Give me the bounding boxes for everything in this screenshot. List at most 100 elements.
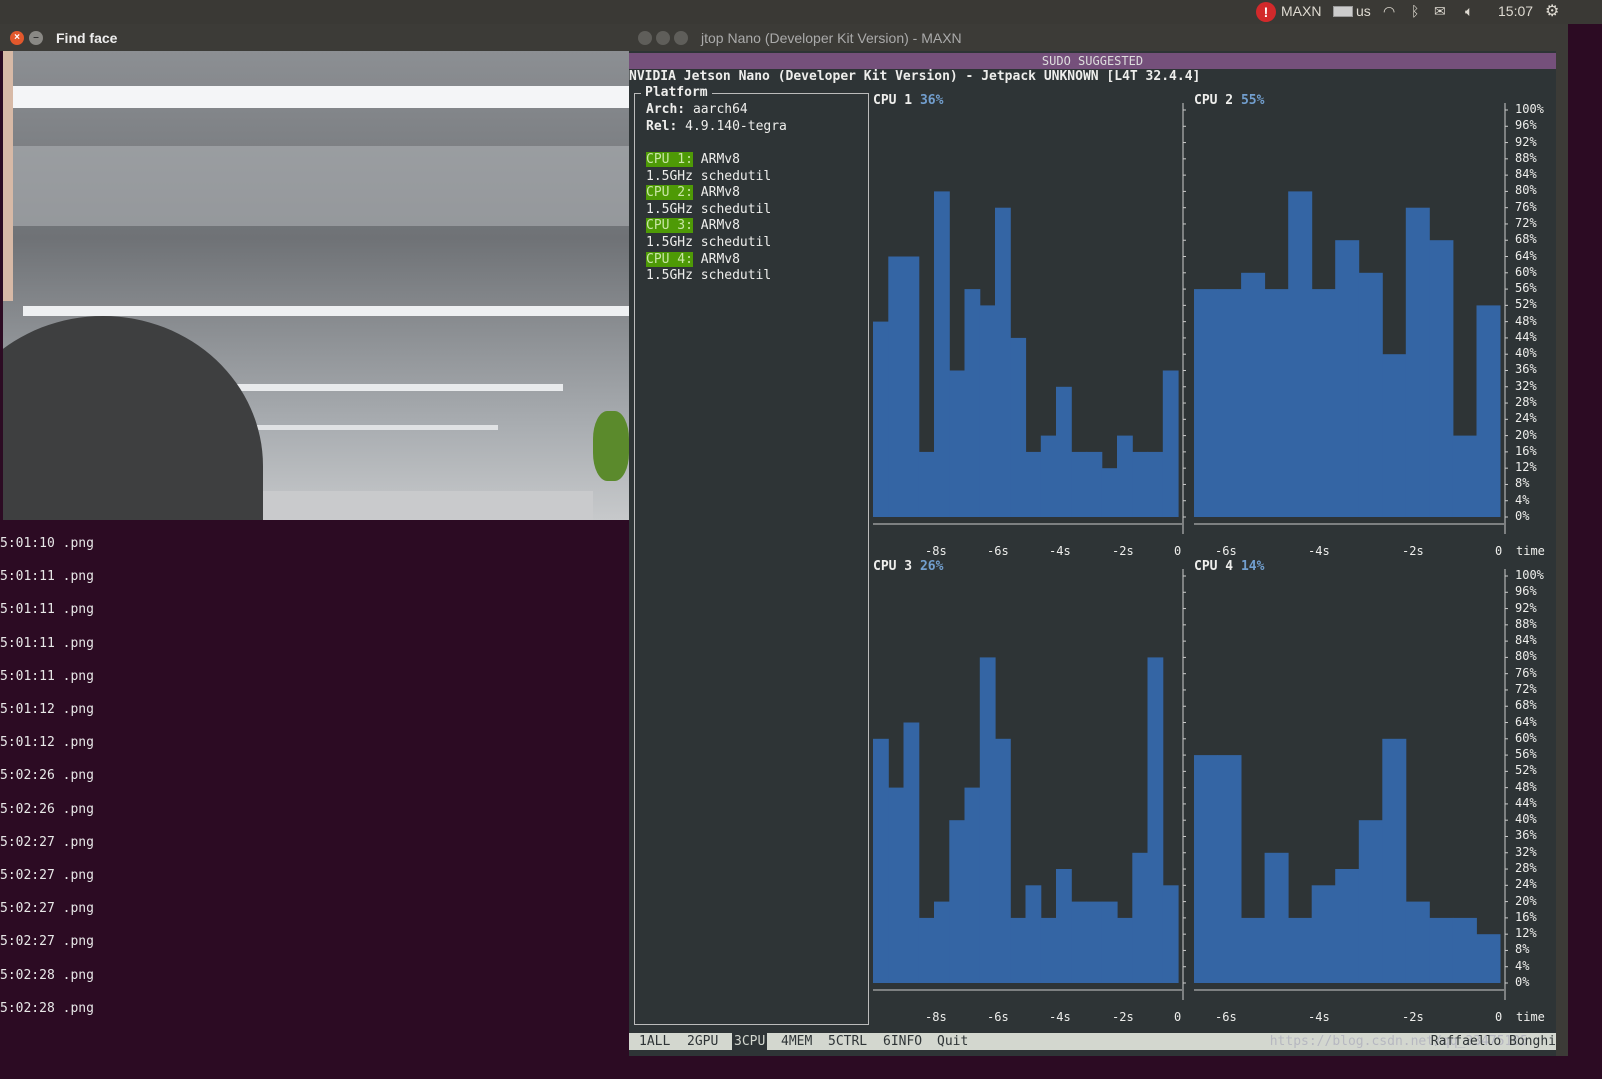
cpu-bar [1405, 901, 1430, 983]
y-tick-label: 44% [1515, 795, 1537, 810]
tab-1all[interactable]: 1ALL [637, 1033, 672, 1050]
scrollbar[interactable] [1556, 51, 1568, 1056]
maximize-icon[interactable] [674, 31, 688, 45]
cpu-bar [1132, 451, 1149, 517]
minimize-icon[interactable] [656, 31, 670, 45]
cpu-bar [1117, 917, 1133, 983]
terminal-line: 5:02:28 .png [0, 1000, 94, 1016]
y-tick-label: 60% [1515, 730, 1537, 745]
chart-title-3: CPU 3 26% [873, 559, 944, 574]
tab-3cpu[interactable]: 3CPU [732, 1033, 768, 1050]
cpu-bar [1010, 917, 1027, 983]
cpu-bar [873, 738, 889, 983]
terminal-line: 5:02:26 .png [0, 768, 94, 784]
close-icon[interactable] [638, 31, 652, 45]
x-tick-label: -8s [925, 544, 947, 558]
y-tick-label: 12% [1515, 460, 1537, 475]
terminal-line: 5:02:27 .png [0, 868, 94, 883]
cpu-bar [918, 917, 935, 983]
y-tick-label: 68% [1515, 698, 1537, 713]
keyboard-layout[interactable]: us [1356, 3, 1371, 19]
cpu-info-1: CPU 1: ARMv8 [646, 152, 740, 169]
cpu-bar [918, 451, 935, 517]
cpu-bar [1086, 451, 1103, 517]
cpu-bar [1194, 289, 1218, 517]
cpu-arch: ARMv8 [700, 251, 740, 267]
jtop-terminal: SUDO SUGGESTED NVIDIA Jetson Nano (Devel… [629, 51, 1556, 1056]
y-tick-label: 4% [1515, 492, 1530, 507]
cpu-bar [1025, 451, 1042, 517]
bottom-menu: 1ALL 2GPU 3CPU 4MEM 5CTRL 6INFO Quit https://b… [629, 1033, 1556, 1050]
terminal-line: 5:01:11 .png [0, 635, 94, 651]
terminal-line: 5:01:12 .png [0, 735, 94, 751]
cpu-bar [1101, 901, 1118, 983]
mail-icon[interactable]: ✉ [1434, 3, 1446, 20]
cpu-bar [1025, 885, 1042, 983]
terminal-window[interactable]: 5:01:10 .png 5:01:11 .png 5:01:11 .png 5:01… [0, 520, 629, 1055]
cpu-bar [1162, 370, 1179, 517]
cpu-bar [1071, 901, 1088, 983]
wifi-icon[interactable]: ◠ [1383, 3, 1395, 20]
cpu-bar [1194, 755, 1218, 983]
y-tick-label: 64% [1515, 714, 1537, 729]
camera-feed [3, 51, 629, 520]
y-tick-label: 52% [1515, 297, 1537, 312]
y-tick-label: 4% [1515, 958, 1530, 973]
tab-6info[interactable]: 6INFO [881, 1033, 924, 1050]
volume-icon[interactable]: 🔈︎ [1465, 3, 1473, 20]
y-tick-label: 24% [1515, 411, 1537, 426]
cpu-bar [1358, 272, 1383, 517]
rel-label: Rel: [646, 119, 678, 134]
jtop-titlebar[interactable]: jtop Nano (Developer Kit Version) - MAXN [629, 24, 1568, 51]
cpu-bar [1101, 468, 1118, 517]
y-tick-label: 8% [1515, 942, 1530, 957]
cpu-usage-value: 55% [1240, 93, 1265, 108]
cpu-label: CPU 3: [646, 218, 693, 234]
close-icon[interactable]: × [10, 31, 24, 45]
y-tick-label: 8% [1515, 476, 1530, 491]
y-tick-label: 96% [1515, 584, 1537, 599]
cpu-usage-value: 36% [919, 93, 944, 108]
cpu-info-4: CPU 4: ARMv8 [646, 251, 740, 269]
clock[interactable]: 15:07 [1498, 3, 1533, 19]
cpu-bar [903, 722, 920, 983]
terminal-line: 5:02:27 .png [0, 901, 94, 917]
y-tick-label: 32% [1515, 378, 1537, 393]
bluetooth-icon[interactable]: ᛒ [1411, 3, 1419, 19]
power-mode-indicator[interactable]: MAXN [1281, 3, 1321, 19]
chart-title-2: CPU 2 55% [1194, 93, 1265, 108]
cpu-usage-value: 26% [919, 559, 944, 574]
y-tick-label: 76% [1515, 665, 1537, 680]
minimize-icon[interactable]: – [29, 31, 43, 45]
alert-icon[interactable]: ! [1256, 2, 1276, 22]
y-tick-label: 44% [1515, 329, 1537, 344]
findface-titlebar[interactable]: × – Find face [0, 24, 629, 51]
y-tick-label: 72% [1515, 681, 1537, 696]
tab-quit[interactable]: Quit [935, 1033, 970, 1050]
cpu-bar [979, 657, 996, 983]
tab-2gpu[interactable]: 2GPU [685, 1033, 720, 1050]
keyboard-icon[interactable] [1333, 6, 1353, 17]
y-tick-label: 32% [1515, 844, 1537, 859]
cpu-bar [949, 370, 966, 517]
y-tick-label: 28% [1515, 395, 1537, 410]
y-tick-label: 40% [1515, 812, 1537, 827]
chart-title-4: CPU 4 14% [1194, 559, 1265, 574]
y-tick-label: 84% [1515, 167, 1537, 182]
power-gear-icon[interactable]: ⚙ [1545, 1, 1559, 21]
y-tick-label: 48% [1515, 313, 1537, 328]
y-tick-label: 80% [1515, 183, 1537, 198]
cpu-chart-1 [873, 103, 1186, 534]
x-tick-label: -6s [987, 1010, 1009, 1024]
cpu-bar [1040, 435, 1057, 517]
tab-4mem[interactable]: 4MEM [779, 1033, 814, 1050]
tab-5ctrl[interactable]: 5CTRL [826, 1033, 869, 1050]
cpu-bar [1010, 337, 1027, 517]
terminal-line: 5:02:28 .png [0, 967, 94, 983]
x-tick-label: -6s [1215, 1010, 1237, 1024]
cpu-bar [1311, 885, 1336, 983]
cpu-bar [1241, 917, 1266, 983]
x-tick-label: -4s [1308, 544, 1330, 558]
x-tick-label: -4s [1308, 1010, 1330, 1024]
cpu-arch: ARMv8 [700, 152, 740, 167]
